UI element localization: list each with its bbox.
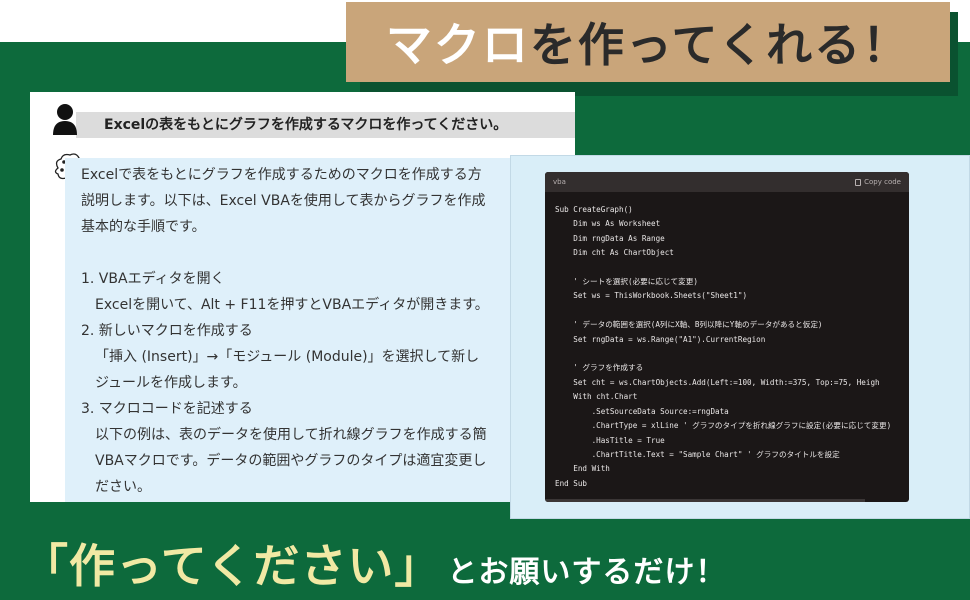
clipboard-icon [855,178,862,186]
ai-step-heading: 1. VBAエディタを開く [81,271,225,287]
code-line: Dim rngData As Range [555,233,665,243]
code-language: vba [553,178,566,186]
ai-line: 基本的な手順です。 [81,219,206,235]
ai-step-heading: 3. マクロコードを記述する [81,401,253,417]
code-line: ' シートを選択(必要に応じて変更) [555,277,698,287]
ai-line: VBAマクロです。データの範囲やグラフのタイプは適宜変更し [95,453,487,469]
code-line: Dim cht As ChartObject [555,248,674,258]
code-line: Dim ws As Worksheet [555,219,661,229]
ai-line: 説明します。以下は、Excel VBAを使用して表からグラフを作成 [81,193,486,209]
code-line: ' データの範囲を選択(A列にX軸、B列以降にY軸のデータがあると仮定) [555,320,823,330]
code-line: End With [555,464,610,474]
copy-code-label: Copy code [864,178,901,186]
ai-step-heading: 2. 新しいマクロを作成する [81,323,253,339]
copy-code-button[interactable]: Copy code [855,178,901,186]
code-line: .ChartTitle.Text = "Sample Chart" ' グラフの… [555,449,840,459]
ai-line [81,240,575,266]
caption-highlight: 「作ってください」 [22,539,442,593]
code-line: Set ws = ThisWorkbook.Sheets("Sheet1") [555,291,748,301]
title-banner: マクロ を作ってくれる！ [346,2,950,82]
code-header: vba Copy code [545,172,909,192]
bottom-caption: 「作ってください」 とお願いするだけ！ [22,530,726,600]
chat-panel: Excelの表をもとにグラフを作成するマクロを作ってください。 Excelで表を… [30,92,575,502]
code-line: With cht.Chart [555,392,638,402]
ai-line: ジュールを作成します。 [95,375,247,391]
code-line: .SetSourceData Source:=rngData [555,406,729,416]
banner-title-rest: を作ってくれる！ [529,18,911,72]
ai-line: Excelで表をもとにグラフを作成するためのマクロを作成する方 [81,167,482,183]
code-line: .HasTitle = True [555,435,665,445]
banner-title-highlight: マクロ [385,18,530,72]
code-line: End Sub [555,478,588,488]
ai-response: Excelで表をもとにグラフを作成するためのマクロを作成する方 説明します。以下… [65,158,575,502]
ai-line: 以下の例は、表のデータを使用して折れ線グラフを作成する簡 [95,427,487,443]
user-message: Excelの表をもとにグラフを作成するマクロを作ってください。 [76,112,575,138]
code-block: vba Copy code Sub CreateGraph() Dim ws A… [545,172,909,502]
ai-line: ださい。 [95,479,151,495]
code-horizontal-scrollbar[interactable] [545,499,865,502]
ai-line: 「挿入 (Insert)」→「モジュール (Module)」を選択して新し [95,349,480,365]
code-line: Sub CreateGraph() [555,205,633,214]
ai-line: Excelを開いて、Alt + F11を押すとVBAエディタが開きます。 [95,297,489,313]
user-avatar-icon [53,104,77,135]
code-line: .ChartType = xlLine ' グラフのタイプを折れ線グラフに設定(… [555,421,892,431]
code-line: Set rngData = ws.Range("A1").CurrentRegi… [555,334,766,344]
code-line: Set cht = ws.ChartObjects.Add(Left:=100,… [555,377,880,387]
code-line: ' グラフを作成する [555,363,644,373]
user-message-row: Excelの表をもとにグラフを作成するマクロを作ってください。 [52,100,575,138]
code-body: Sub CreateGraph() Dim ws As Worksheet Di… [545,192,909,491]
caption-rest: とお願いするだけ！ [447,555,727,590]
code-panel: vba Copy code Sub CreateGraph() Dim ws A… [510,155,970,519]
